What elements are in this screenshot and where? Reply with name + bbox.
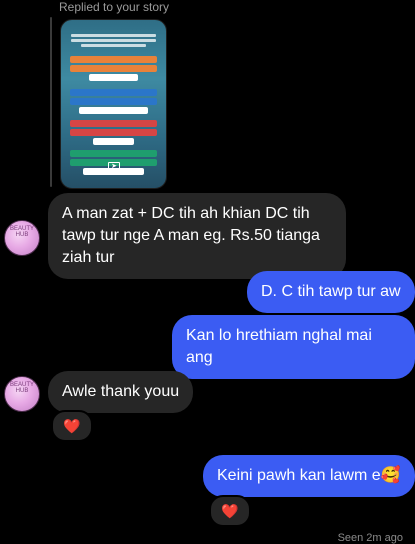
incoming-message-bubble[interactable]: A man zat + DC tih ah khian DC tih tawp … [48,193,346,279]
story-text-line [81,44,146,47]
share-arrow-icon: ➤ [108,162,120,172]
heart-reaction[interactable]: ❤️ [209,495,251,527]
story-chip [70,129,157,136]
story-chip [70,56,157,63]
story-text-line [71,39,156,42]
seen-status: Seen 2m ago [337,532,403,544]
message-text: D. C tih tawp tur aw [261,283,401,300]
incoming-message-bubble[interactable]: Awle thank youu [48,371,194,413]
story-chip [70,89,157,96]
message-text: Kan lo hrethiam nghal mai ang [186,327,372,366]
replied-to-story-label: Replied to your story [59,0,170,14]
story-chip [93,138,134,145]
reply-indicator-bar [50,17,52,187]
story-chip [70,98,157,105]
heart-reaction[interactable]: ❤️ [51,410,93,442]
avatar-logo: BEAUTY HUB [9,382,34,394]
story-thumbnail[interactable]: ➤ [60,19,167,189]
outgoing-message-bubble[interactable]: Keini pawh kan lawm e🥰 [203,455,415,497]
avatar-logo: BEAUTY HUB [9,226,34,238]
heart-icon: ❤️ [221,503,239,519]
story-chip [70,120,157,127]
message-text: A man zat + DC tih ah khian DC tih tawp … [62,205,320,266]
heart-icon: ❤️ [63,418,81,434]
story-text-line [71,34,156,37]
story-chip [79,107,148,114]
outgoing-message-bubble[interactable]: D. C tih tawp tur aw [247,271,415,313]
outgoing-message-bubble[interactable]: Kan lo hrethiam nghal mai ang [172,315,415,379]
story-chip [70,150,157,157]
contact-avatar[interactable]: BEAUTY HUB [4,376,40,412]
story-chip [70,65,157,72]
story-chip [89,74,138,81]
story-graphic: ➤ [67,26,160,182]
contact-avatar[interactable]: BEAUTY HUB [4,220,40,256]
message-text: Awle thank youu [62,383,180,400]
message-text: Keini pawh kan lawm e🥰 [217,467,401,484]
